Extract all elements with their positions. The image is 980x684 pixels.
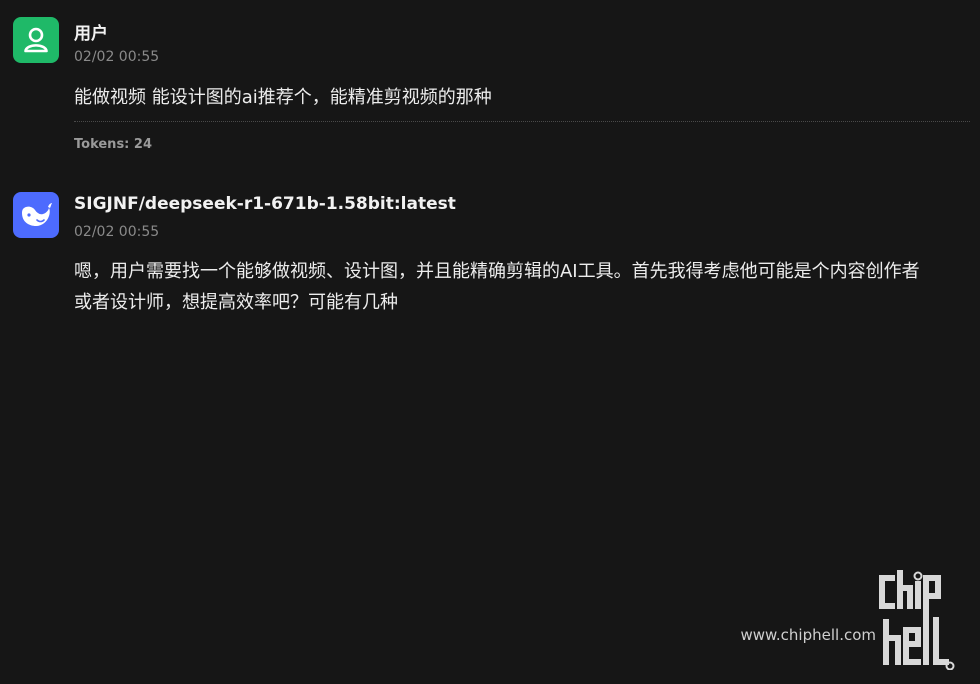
deepseek-whale-icon [22, 203, 52, 226]
token-count: Tokens: 24 [74, 137, 152, 152]
user-name: 用户 [74, 24, 108, 44]
watermark-url: www.chiphell.com [740, 626, 876, 644]
chat-window: 用户 02/02 00:55 能做视频 能设计图的ai推荐个，能精准剪视频的那种… [0, 0, 980, 684]
assistant-text-line: 嗯，用户需要找一个能够做视频、设计图，并且能精确剪辑的AI工具。首先我得考虑他可… [74, 261, 920, 282]
assistant-message-time: 02/02 00:55 [74, 224, 160, 240]
user-icon [24, 27, 48, 53]
assistant-message-text: 嗯，用户需要找一个能够做视频、设计图，并且能精确剪辑的AI工具。首先我得考虑他可… [74, 256, 920, 318]
assistant-avatar [13, 192, 59, 238]
user-avatar [13, 17, 59, 63]
message-divider [74, 121, 970, 122]
user-message-time: 02/02 00:55 [74, 49, 160, 65]
assistant-model-name: SIGJNF/deepseek-r1-671b-1.58bit:latest [74, 194, 456, 214]
chiphell-logo [879, 570, 955, 670]
assistant-text-line: 或者设计师，想提高效率吧？可能有几种 [74, 292, 398, 313]
watermark: www.chiphell.com [740, 570, 966, 670]
user-message-text: 能做视频 能设计图的ai推荐个，能精准剪视频的那种 [74, 87, 492, 108]
